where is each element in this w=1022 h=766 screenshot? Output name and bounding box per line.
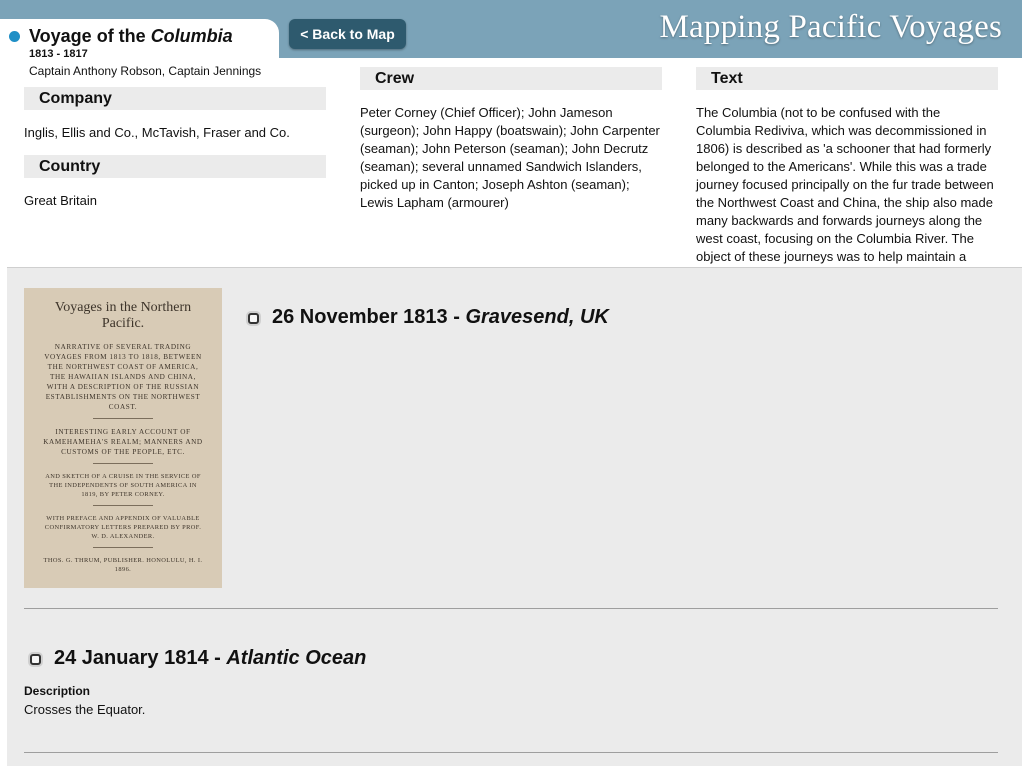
book-cover-image[interactable]: Voyages in the Northern Pacific. NARRATI…: [24, 288, 222, 588]
book-rule: [93, 505, 153, 506]
event-separator: -: [447, 306, 466, 328]
text-line: object of these journeys was to help mai…: [696, 249, 967, 264]
text-line: The Columbia (not to be confused with th…: [696, 105, 941, 120]
text-line: west coast, focusing on the Columbia Riv…: [696, 231, 974, 246]
company-heading: Company: [24, 87, 326, 110]
voyage-description-text: The Columbia (not to be confused with th…: [696, 104, 994, 266]
voyage-title-prefix: Voyage of the: [29, 26, 151, 46]
crew-line: (seaman); several unnamed Sandwich Islan…: [360, 159, 642, 174]
event-place: Gravesend, UK: [465, 306, 609, 328]
book-paragraph: INTERESTING EARLY ACCOUNT OF KAMEHAMEHA'…: [43, 428, 203, 456]
text-line: Columbia Rediviva, which was decommissio…: [696, 123, 987, 138]
book-paragraph: WITH PREFACE AND APPENDIX OF VALUABLE CO…: [44, 515, 202, 540]
event-date: 26 November 1813: [272, 306, 448, 328]
event-title: 24 January 1814 - Atlantic Ocean: [54, 647, 366, 670]
text-line: belonged to the Americans'. While this w…: [696, 159, 987, 174]
description-label: Description: [24, 684, 91, 698]
event-place: Atlantic Ocean: [226, 647, 367, 669]
event-separator: -: [208, 647, 227, 669]
event-title: 26 November 1813 - Gravesend, UK: [272, 306, 609, 329]
company-value: Inglis, Ellis and Co., McTavish, Fraser …: [24, 125, 290, 140]
crew-text: Peter Corney (Chief Officer); John James…: [360, 104, 660, 212]
crew-line: (surgeon); John Happy (boatswain); John …: [360, 123, 660, 138]
text-line: the Northwest Coast and China, the ship …: [696, 195, 994, 210]
text-line: 1806) is described as 'a schooner that h…: [696, 141, 992, 156]
event-divider: [24, 752, 998, 753]
voyage-years: 1813 - 1817: [29, 48, 88, 60]
book-title: Voyages in the Northern Pacific.: [54, 300, 192, 331]
crew-line: picked up in Canton; Joseph Ashton (seam…: [360, 177, 630, 192]
voyage-dot-icon: [9, 31, 20, 42]
book-publisher: THOS. G. THRUM, PUBLISHER. HONOLULU, H. …: [43, 557, 203, 573]
voyage-captains: Captain Anthony Robson, Captain Jennings: [29, 64, 262, 78]
voyage-title: Voyage of the Columbia: [29, 26, 233, 47]
back-to-map-button[interactable]: < Back to Map: [289, 19, 406, 49]
book-paragraph: AND SKETCH OF A CRUISE IN THE SERVICE OF…: [45, 473, 201, 498]
description-text: Crosses the Equator.: [24, 702, 146, 717]
event-marker-icon[interactable]: [30, 654, 41, 665]
crew-heading: Crew: [360, 67, 662, 90]
country-value: Great Britain: [24, 193, 97, 208]
text-line: journey focused principally on the fur t…: [696, 177, 994, 192]
site-title[interactable]: Mapping Pacific Voyages: [660, 9, 1003, 46]
crew-line: Peter Corney (Chief Officer); John James…: [360, 105, 613, 120]
country-heading: Country: [24, 155, 326, 178]
event-date: 24 January 1814: [54, 647, 209, 669]
book-rule: [93, 418, 153, 419]
ship-name: Columbia: [150, 26, 233, 46]
text-heading: Text: [696, 67, 998, 90]
book-paragraph: NARRATIVE OF SEVERAL TRADING VOYAGES FRO…: [44, 343, 202, 411]
crew-line: Lewis Lapham (armourer): [360, 195, 509, 210]
book-rule: [93, 463, 153, 464]
text-line: many backwards and forwards journeys alo…: [696, 213, 983, 228]
event-divider: [24, 608, 998, 609]
event-marker-icon[interactable]: [248, 313, 259, 324]
crew-line: (seaman); John Peterson (seaman); John D…: [360, 141, 649, 156]
book-rule: [93, 547, 153, 548]
